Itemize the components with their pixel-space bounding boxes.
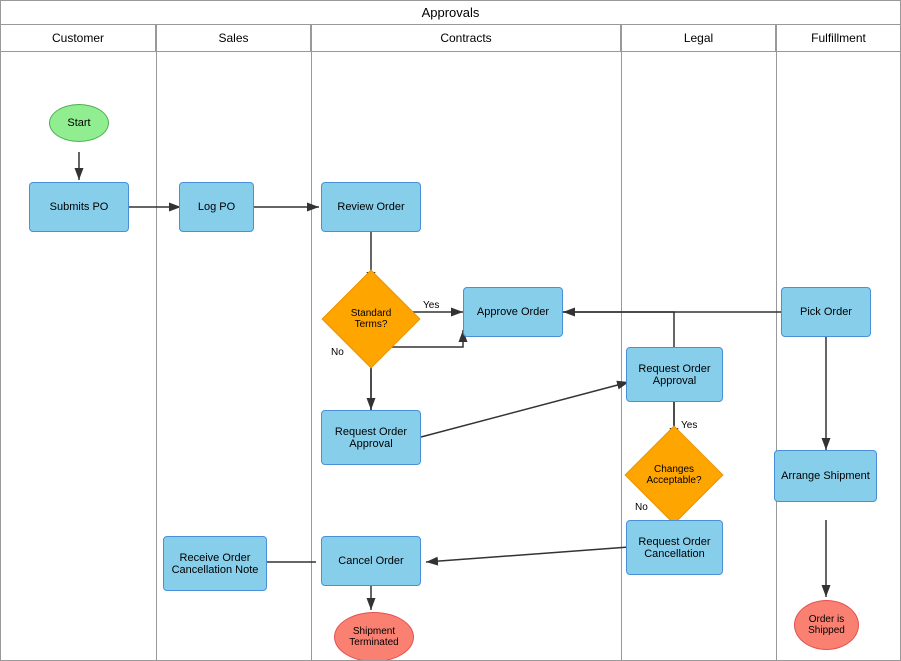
submits-po-node: Submits PO <box>29 182 129 232</box>
arrows-svg <box>1 52 901 661</box>
divider-1 <box>156 52 157 661</box>
divider-3 <box>621 52 622 661</box>
no-label-changes: No <box>635 502 648 513</box>
receive-cancellation-note-node: Receive Order Cancellation Note <box>163 536 267 591</box>
divider-2 <box>311 52 312 661</box>
pick-order-node: Pick Order <box>781 287 871 337</box>
log-po-node: Log PO <box>179 182 254 232</box>
review-order-node: Review Order <box>321 182 421 232</box>
yes-label-standard-terms: Yes <box>423 300 439 311</box>
diagram-title: Approvals <box>1 1 900 25</box>
lane-sales: Sales <box>156 25 311 51</box>
lane-legal: Legal <box>621 25 776 51</box>
arrange-shipment-node: Arrange Shipment <box>774 450 877 502</box>
lane-customer: Customer <box>1 25 156 51</box>
cancel-order-node: Cancel Order <box>321 536 421 586</box>
request-approval-legal-node: Request Order Approval <box>626 347 723 402</box>
diagram-content: Yes No Yes No Start Submits PO Log PO Re… <box>1 52 901 661</box>
request-cancellation-node: Request Order Cancellation <box>626 520 723 575</box>
swim-lane-headers: Customer Sales Contracts Legal Fulfillme… <box>1 25 900 52</box>
request-approval-contracts-node: Request Order Approval <box>321 410 421 465</box>
no-label-standard-terms: No <box>331 347 344 358</box>
yes-label-changes: Yes <box>681 420 697 431</box>
lane-fulfillment: Fulfillment <box>776 25 900 51</box>
shipment-terminated-node: Shipment Terminated <box>334 612 414 661</box>
divider-4 <box>776 52 777 661</box>
lane-contracts: Contracts <box>311 25 621 51</box>
start-node: Start <box>49 104 109 142</box>
approve-order-node: Approve Order <box>463 287 563 337</box>
diagram-wrapper: Approvals Customer Sales Contracts Legal… <box>0 0 901 661</box>
order-shipped-node: Order is Shipped <box>794 600 859 650</box>
